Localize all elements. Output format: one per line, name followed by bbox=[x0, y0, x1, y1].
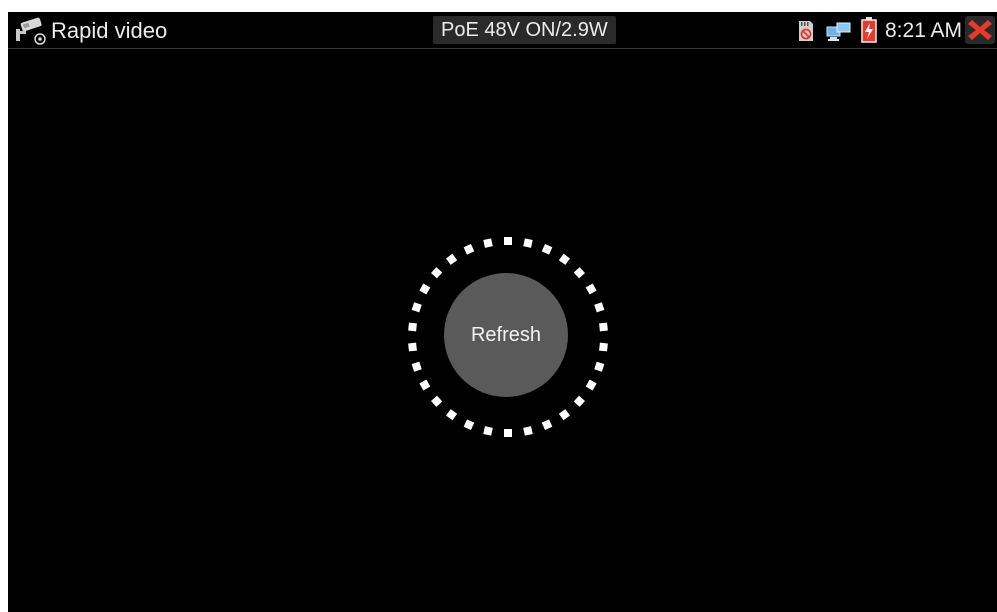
camera-icon bbox=[16, 17, 46, 45]
spinner-dash bbox=[483, 426, 493, 436]
spinner-dash bbox=[599, 322, 608, 332]
battery-charging-icon bbox=[861, 17, 877, 43]
spinner-dash bbox=[573, 267, 585, 279]
poe-status: PoE 48V ON/2.9W bbox=[433, 16, 616, 44]
spinner-dash bbox=[585, 379, 597, 391]
network-icon bbox=[826, 22, 851, 41]
spinner-dash bbox=[483, 238, 493, 248]
spinner-dash bbox=[504, 237, 512, 245]
spinner-dash bbox=[445, 409, 458, 421]
spinner-dash bbox=[558, 253, 571, 265]
spinner-dash bbox=[523, 426, 533, 436]
spinner-dash bbox=[541, 419, 553, 430]
screen: Rapid video PoE 48V ON/2.9W 8:21 AM Refr… bbox=[8, 12, 997, 612]
spinner-dash bbox=[408, 322, 417, 332]
spinner-dash bbox=[411, 361, 422, 372]
close-button[interactable] bbox=[965, 16, 995, 44]
spinner-dash bbox=[408, 342, 417, 352]
spinner-dash bbox=[594, 302, 605, 313]
app-title: Rapid video bbox=[51, 18, 168, 43]
spinner-dash bbox=[599, 342, 608, 352]
spinner-dash bbox=[573, 395, 585, 407]
spinner-dash bbox=[431, 395, 443, 407]
spinner-dash bbox=[419, 379, 431, 391]
spinner-dash bbox=[504, 429, 512, 437]
spinner-dash bbox=[594, 361, 605, 372]
spinner-dash bbox=[585, 283, 597, 295]
spinner-dash bbox=[431, 267, 443, 279]
spinner-dash bbox=[411, 302, 422, 313]
spinner-dash bbox=[463, 244, 475, 255]
spinner-dash bbox=[541, 244, 553, 255]
sd-card-icon bbox=[799, 21, 813, 41]
spinner-dash bbox=[523, 238, 533, 248]
clock: 8:21 AM bbox=[885, 19, 963, 42]
spinner-dash bbox=[558, 409, 571, 421]
spinner-dash bbox=[419, 283, 431, 295]
refresh-button[interactable]: Refresh bbox=[444, 273, 568, 397]
spinner-dash bbox=[445, 253, 458, 265]
title-bar: Rapid video PoE 48V ON/2.9W 8:21 AM bbox=[8, 12, 997, 49]
spinner-dash bbox=[463, 419, 475, 430]
